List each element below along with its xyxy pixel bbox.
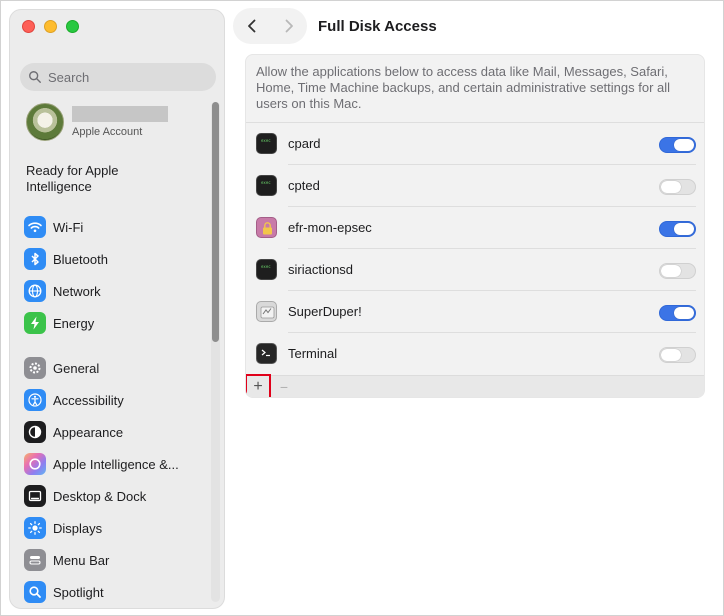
gear-icon bbox=[24, 357, 46, 379]
sidebar-item-menu-bar[interactable]: Menu Bar bbox=[24, 547, 204, 573]
list-footer: + − bbox=[246, 374, 704, 397]
lock-icon bbox=[256, 217, 277, 238]
toggle-terminal[interactable] bbox=[659, 347, 696, 363]
wifi-icon bbox=[24, 216, 46, 238]
app-name: cpted bbox=[288, 178, 320, 193]
page-title: Full Disk Access bbox=[318, 18, 437, 35]
app-row-terminal: Terminal bbox=[246, 333, 704, 375]
sidebar: Search Apple Account Ready for Apple Int… bbox=[9, 9, 225, 609]
sidebar-scrollbar[interactable] bbox=[211, 102, 220, 602]
app-name: Terminal bbox=[288, 346, 338, 361]
sidebar-item-label: Network bbox=[53, 283, 101, 299]
app-row-cpted: exec cpted bbox=[246, 165, 704, 207]
app-row-cpard: exec cpard bbox=[246, 123, 704, 165]
globe-icon bbox=[24, 280, 46, 302]
sidebar-item-network[interactable]: Network bbox=[24, 278, 204, 304]
app-name: cpard bbox=[288, 136, 321, 151]
apple-intelligence-icon bbox=[24, 453, 46, 475]
sidebar-item-displays[interactable]: Displays bbox=[24, 515, 204, 541]
search-icon bbox=[29, 71, 41, 83]
sidebar-item-energy[interactable]: Energy bbox=[24, 310, 204, 336]
sidebar-item-label: Bluetooth bbox=[53, 251, 108, 267]
account-subtitle: Apple Account bbox=[72, 126, 143, 138]
sidebar-item-general[interactable]: General bbox=[24, 355, 204, 381]
sidebar-item-label: Appearance bbox=[53, 424, 124, 440]
svg-text:exec: exec bbox=[261, 138, 271, 143]
sidebar-item-label: Displays bbox=[53, 520, 103, 536]
toggle-cpard[interactable] bbox=[659, 137, 696, 153]
sidebar-item-label: Wi-Fi bbox=[53, 219, 84, 235]
search-placeholder: Search bbox=[48, 69, 90, 85]
terminal-dark-icon: exec bbox=[256, 175, 277, 196]
toggle-superduper[interactable] bbox=[659, 305, 696, 321]
bolt-icon bbox=[24, 312, 46, 334]
sidebar-item-wifi[interactable]: Wi-Fi bbox=[24, 214, 204, 240]
app-name: siriactionsd bbox=[288, 262, 354, 277]
app-row-efr-mon-epsec: efr-mon-epsec bbox=[246, 207, 704, 249]
chevron-left-icon bbox=[247, 19, 255, 33]
forward-button[interactable] bbox=[277, 14, 301, 38]
appearance-icon bbox=[24, 421, 46, 443]
account-name-redacted bbox=[72, 106, 168, 122]
description-text: Allow the applications below to access d… bbox=[246, 55, 704, 123]
minimize-window-button[interactable] bbox=[44, 20, 57, 33]
toggle-efr-mon-epsec[interactable] bbox=[659, 221, 696, 237]
sidebar-item-label: General bbox=[53, 360, 100, 376]
chevron-right-icon bbox=[285, 19, 293, 33]
close-window-button[interactable] bbox=[22, 20, 35, 33]
app-row-siriactionsd: exec siriactionsd bbox=[246, 249, 704, 291]
sidebar-item-appearance[interactable]: Appearance bbox=[24, 419, 204, 445]
app-row-superduper: SuperDuper! bbox=[246, 291, 704, 333]
toggle-cpted[interactable] bbox=[659, 179, 696, 195]
sidebar-item-apple-intelligence[interactable]: Apple Intelligence &... bbox=[24, 451, 204, 477]
sidebar-item-bluetooth[interactable]: Bluetooth bbox=[24, 246, 204, 272]
app-name: efr-mon-epsec bbox=[288, 220, 372, 235]
sidebar-item-desktop-dock[interactable]: Desktop & Dock bbox=[24, 483, 204, 509]
avatar bbox=[26, 103, 64, 141]
sidebar-item-label: Menu Bar bbox=[53, 552, 110, 568]
window-controls bbox=[22, 20, 79, 33]
sidebar-scroll-thumb[interactable] bbox=[212, 102, 219, 342]
search-field[interactable]: Search bbox=[20, 63, 216, 91]
zoom-window-button[interactable] bbox=[66, 20, 79, 33]
add-app-button[interactable]: + bbox=[246, 374, 271, 397]
remove-app-button[interactable]: − bbox=[276, 377, 292, 397]
terminal-dark-icon: exec bbox=[256, 259, 277, 280]
sidebar-item-spotlight[interactable]: Spotlight bbox=[24, 579, 204, 605]
accessibility-icon bbox=[24, 389, 46, 411]
ready-for-apple-intelligence[interactable]: Ready for Apple Intelligence bbox=[26, 163, 186, 195]
navigation-buttons bbox=[233, 8, 307, 44]
back-button[interactable] bbox=[240, 14, 264, 38]
account-row[interactable]: Apple Account bbox=[26, 103, 168, 141]
sidebar-item-label: Desktop & Dock bbox=[53, 488, 147, 504]
sun-icon bbox=[24, 517, 46, 539]
sidebar-item-label: Energy bbox=[53, 315, 95, 331]
full-disk-access-panel: Allow the applications below to access d… bbox=[245, 54, 705, 398]
terminal-icon bbox=[256, 343, 277, 364]
bluetooth-icon bbox=[24, 248, 46, 270]
spotlight-icon bbox=[24, 581, 46, 603]
superduper-icon bbox=[256, 301, 277, 322]
sidebar-item-label: Accessibility bbox=[53, 392, 124, 408]
terminal-dark-icon: exec bbox=[256, 133, 277, 154]
sidebar-item-accessibility[interactable]: Accessibility bbox=[24, 387, 204, 413]
toggle-siriactionsd[interactable] bbox=[659, 263, 696, 279]
app-name: SuperDuper! bbox=[288, 304, 362, 319]
dock-icon bbox=[24, 485, 46, 507]
sidebar-item-label: Spotlight bbox=[53, 584, 104, 600]
svg-text:exec: exec bbox=[261, 264, 271, 269]
settings-window: Search Apple Account Ready for Apple Int… bbox=[0, 0, 724, 616]
sidebar-item-label: Apple Intelligence &... bbox=[53, 456, 179, 472]
svg-text:exec: exec bbox=[261, 180, 271, 185]
menubar-icon bbox=[24, 549, 46, 571]
